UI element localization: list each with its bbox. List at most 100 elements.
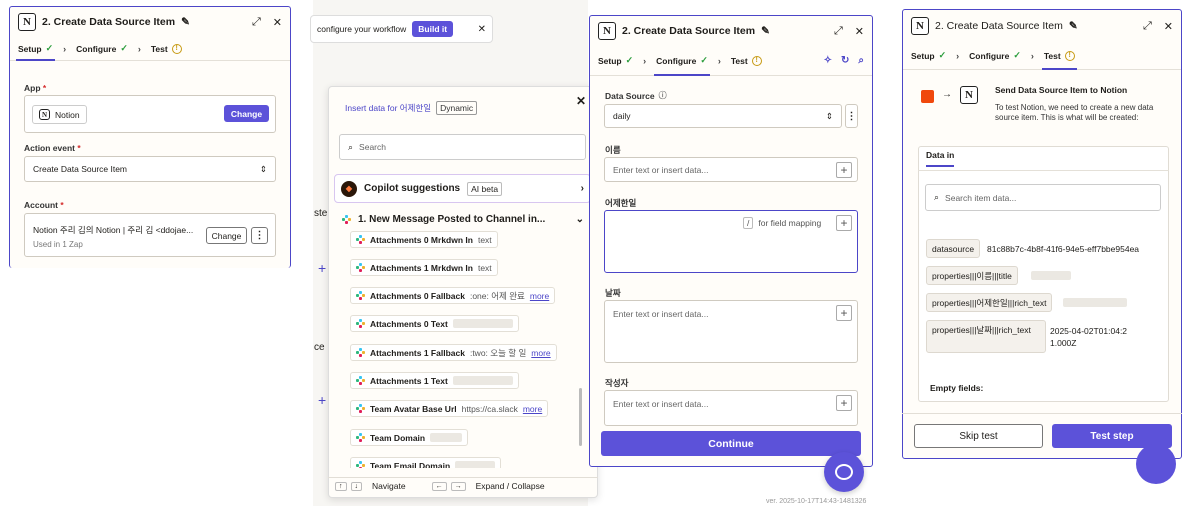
data-field-item[interactable]: Team Email Domain: [350, 457, 502, 468]
tab-setup[interactable]: Setup ✓: [911, 42, 946, 70]
trigger-step-row[interactable]: 1. New Message Posted to Channel in... ⌄: [342, 214, 584, 225]
edit-pencil-icon[interactable]: ✎: [1069, 20, 1078, 32]
app-selector: N Notion Change: [24, 95, 276, 133]
data-field-value: :one: 어제 완료: [469, 290, 525, 301]
search-icon: ⌕: [934, 192, 940, 202]
input-placeholder: Enter text or insert data...: [613, 165, 709, 175]
data-field-item[interactable]: Team Avatar Base Url https://ca.slack more: [350, 400, 549, 417]
account-selector[interactable]: Notion 주리 김의 Notion | 주리 김 <ddojae... Us…: [24, 213, 276, 257]
close-popup-icon[interactable]: ✕: [576, 94, 586, 108]
close-icon[interactable]: ✕: [855, 25, 864, 38]
slack-icon: [356, 263, 365, 272]
tab-setup[interactable]: Setup ✓: [598, 46, 633, 76]
check-icon: ✓: [938, 50, 947, 60]
change-account-button[interactable]: Change: [206, 227, 247, 244]
copilot-suggestions-row[interactable]: ◆ Copilot suggestions AI beta ›: [334, 174, 591, 203]
search-item-data-input[interactable]: ⌕ Search item data...: [925, 184, 1161, 211]
tab-test[interactable]: Test!: [151, 37, 182, 61]
more-link[interactable]: more: [523, 404, 542, 414]
expand-icon[interactable]: ⤢: [252, 16, 261, 29]
event-value: Create Data Source Item: [33, 164, 128, 174]
edit-pencil-icon[interactable]: ✎: [181, 16, 190, 28]
action-event-select[interactable]: Create Data Source Item ⇕: [24, 156, 276, 182]
insert-data-plus-icon[interactable]: +: [836, 395, 852, 411]
data-in-tab[interactable]: Data in: [926, 150, 955, 167]
data-field-label: Attachments 0 Text: [370, 318, 448, 329]
expand-icon[interactable]: ⤢: [834, 25, 843, 38]
chevron-right-icon: ›: [1030, 50, 1034, 61]
expand-icon[interactable]: ⤢: [1143, 20, 1152, 33]
check-icon: ✓: [45, 43, 54, 53]
trigger-app-icon: [921, 90, 934, 103]
popup-search-input[interactable]: ⌕ Search: [339, 134, 586, 160]
search-icon: ⌕: [348, 141, 354, 152]
tab-configure[interactable]: Configure ✓: [76, 37, 128, 61]
data-key-chip: properties|||이름|||title: [926, 266, 1018, 285]
tab-setup[interactable]: Setup ✓: [15, 37, 56, 61]
insert-data-plus-icon[interactable]: +: [836, 215, 852, 231]
change-app-button[interactable]: Change: [224, 105, 269, 122]
close-icon[interactable]: ✕: [478, 24, 486, 35]
popup-footer-divider: [328, 477, 598, 478]
data-key-chip: properties|||어제한일|||rich_text: [926, 293, 1053, 312]
chat-bubble-button[interactable]: [824, 452, 864, 492]
copilot-icon: ◆: [341, 180, 357, 197]
popup-title-text: Insert data for 어제한일: [345, 103, 432, 113]
tab-test[interactable]: Test!: [1041, 42, 1077, 70]
expand-collapse-hint: Expand / Collapse: [475, 481, 545, 491]
insert-data-plus-icon[interactable]: +: [836, 162, 852, 178]
data-field-item[interactable]: Attachments 0 Mrkdwn In text: [350, 231, 498, 248]
data-field-item[interactable]: Attachments 0 Text: [350, 315, 519, 332]
app-chip: N Notion: [32, 105, 87, 124]
data-field-item[interactable]: Team Domain: [350, 429, 469, 446]
yesterday-input[interactable]: / for field mapping: [604, 210, 858, 273]
check-icon: ✓: [625, 55, 634, 65]
data-field-item[interactable]: Attachments 1 Fallback:two: 오늘 할 일 more: [350, 344, 557, 361]
data-field-item[interactable]: Attachments 0 Fallback:one: 어제 완료 more: [350, 287, 556, 304]
close-icon[interactable]: ✕: [1164, 20, 1173, 33]
add-step-icon[interactable]: +: [318, 260, 326, 276]
search-icon[interactable]: ⌕: [858, 55, 864, 66]
data-field-item[interactable]: Attachments 1 Mrkdwn In text: [350, 259, 498, 276]
chat-bubble-button[interactable]: [1136, 444, 1176, 484]
select-arrows-icon: ⇕: [825, 110, 833, 121]
event-label: Action event *: [24, 143, 81, 153]
build-it-button[interactable]: Build it: [412, 21, 454, 37]
more-link[interactable]: more: [530, 291, 549, 301]
arrow-left-key-icon: ←: [431, 481, 447, 491]
slack-icon: [356, 433, 365, 442]
data-field-label: Attachments 1 Text: [370, 375, 448, 386]
popup-title: Insert data for 어제한일 Dynamic: [345, 101, 478, 115]
name-input[interactable]: Enter text or insert data...: [604, 157, 858, 182]
continue-button[interactable]: Continue: [601, 431, 861, 456]
tab-configure[interactable]: Configure ✓: [654, 46, 710, 76]
more-options-icon[interactable]: ⋮: [251, 227, 268, 244]
search-placeholder: Search: [359, 142, 386, 152]
sparkle-icon[interactable]: ✧: [824, 55, 832, 66]
info-icon: ⓘ: [658, 91, 667, 100]
more-options-icon[interactable]: ⋮: [845, 104, 858, 128]
insert-data-plus-icon[interactable]: +: [836, 305, 852, 321]
data-key-chip: datasource: [926, 239, 981, 258]
scrollbar[interactable]: [579, 388, 582, 446]
edit-pencil-icon[interactable]: ✎: [761, 25, 770, 37]
canvas-step-fragment: ste: [314, 208, 328, 219]
chevron-right-icon: ›: [137, 43, 141, 54]
skip-test-button[interactable]: Skip test: [914, 424, 1043, 448]
add-step-icon[interactable]: +: [318, 392, 326, 408]
data-source-select[interactable]: daily ⇕: [604, 104, 842, 128]
date-input[interactable]: Enter text or insert data...: [604, 300, 858, 363]
tab-test[interactable]: Test!: [731, 46, 762, 76]
chevron-right-icon: ›: [63, 43, 67, 54]
data-key-chip: properties|||날짜|||rich_text: [926, 320, 1046, 353]
data-source-value: daily: [613, 111, 631, 121]
author-input[interactable]: Enter text or insert data...: [604, 390, 858, 426]
close-icon[interactable]: ✕: [273, 16, 282, 29]
tab-configure[interactable]: Configure ✓: [969, 42, 1021, 70]
slack-icon: [356, 291, 365, 300]
data-field-item[interactable]: Attachments 1 Text: [350, 372, 519, 389]
more-link[interactable]: more: [531, 348, 550, 358]
field-label-yesterday: 어제한일: [605, 198, 637, 208]
refresh-icon[interactable]: ↻: [841, 55, 849, 66]
warning-icon: !: [751, 55, 762, 66]
